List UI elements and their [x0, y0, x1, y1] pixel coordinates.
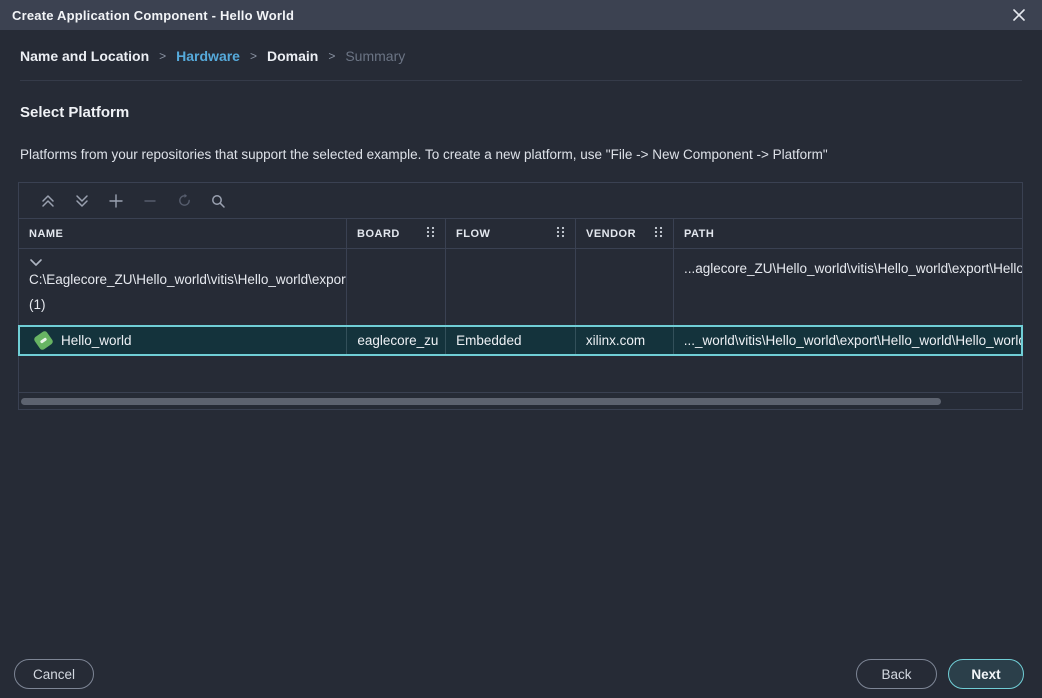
create-application-component-dialog: Create Application Component - Hello Wor… — [0, 0, 1042, 698]
chevron-right-icon: > — [250, 49, 257, 63]
breadcrumb-step-hardware[interactable]: Hardware — [176, 48, 240, 64]
column-header-label: FLOW — [456, 228, 490, 240]
page-title: Select Platform — [20, 104, 129, 121]
search-icon[interactable] — [201, 187, 235, 215]
platform-name-label: Hello_world — [61, 333, 132, 348]
dialog-titlebar: Create Application Component - Hello Wor… — [0, 0, 1042, 30]
column-grip-icon[interactable] — [426, 226, 435, 241]
platform-row-hello-world[interactable]: Hello_world eaglecore_zu Embedded xilinx… — [18, 325, 1023, 356]
group-count-label: (1) — [29, 297, 346, 312]
group-board-cell — [346, 249, 445, 325]
column-header-label: PATH — [684, 228, 714, 240]
platform-path-cell: ..._world\vitis\Hello_world\export\Hello… — [673, 327, 1021, 354]
column-header-label: VENDOR — [586, 228, 636, 240]
platform-name-cell: Hello_world — [20, 327, 346, 354]
group-path-cell: ...aglecore_ZU\Hello_world\vitis\Hello_w… — [673, 249, 1022, 325]
expand-all-icon[interactable] — [65, 187, 99, 215]
chevron-right-icon: > — [328, 49, 335, 63]
group-flow-cell — [445, 249, 575, 325]
breadcrumb-divider — [20, 80, 1022, 81]
platform-table: NAME BOARD FLOW VENDOR PATH — [18, 182, 1023, 410]
column-grip-icon[interactable] — [654, 226, 663, 241]
breadcrumb-step-name-and-location[interactable]: Name and Location — [20, 48, 149, 64]
platform-flow-cell: Embedded — [445, 327, 575, 354]
table-header-row: NAME BOARD FLOW VENDOR PATH — [19, 218, 1022, 249]
column-header-label: NAME — [29, 228, 63, 240]
group-vendor-cell — [575, 249, 673, 325]
column-header-label: BOARD — [357, 228, 400, 240]
breadcrumb: Name and Location > Hardware > Domain > … — [20, 48, 1022, 64]
refresh-icon — [167, 187, 201, 215]
column-header-vendor[interactable]: VENDOR — [575, 219, 673, 248]
remove-icon — [133, 187, 167, 215]
dialog-title: Create Application Component - Hello Wor… — [12, 8, 294, 23]
group-name-cell: C:\Eaglecore_ZU\Hello_world\vitis\Hello_… — [19, 249, 346, 325]
horizontal-scrollbar-track[interactable] — [19, 392, 1022, 409]
collapse-all-icon[interactable] — [31, 187, 65, 215]
breadcrumb-step-summary: Summary — [345, 48, 405, 64]
platform-icon — [33, 330, 54, 351]
close-icon[interactable] — [1008, 4, 1030, 26]
back-button[interactable]: Back — [856, 659, 937, 689]
add-icon[interactable] — [99, 187, 133, 215]
chevron-right-icon: > — [159, 49, 166, 63]
cancel-button[interactable]: Cancel — [14, 659, 94, 689]
page-description: Platforms from your repositories that su… — [20, 147, 828, 162]
group-path-label: C:\Eaglecore_ZU\Hello_world\vitis\Hello_… — [29, 272, 346, 287]
column-grip-icon[interactable] — [556, 226, 565, 241]
column-header-name[interactable]: NAME — [19, 219, 346, 248]
column-header-path[interactable]: PATH — [673, 219, 1022, 248]
platform-group-row[interactable]: C:\Eaglecore_ZU\Hello_world\vitis\Hello_… — [19, 249, 1022, 325]
column-header-flow[interactable]: FLOW — [445, 219, 575, 248]
table-toolbar — [19, 183, 1022, 218]
platform-board-cell: eaglecore_zu — [346, 327, 445, 354]
breadcrumb-step-domain[interactable]: Domain — [267, 48, 318, 64]
platform-vendor-cell: xilinx.com — [575, 327, 673, 354]
column-header-board[interactable]: BOARD — [346, 219, 445, 248]
next-button[interactable]: Next — [948, 659, 1024, 689]
horizontal-scrollbar-thumb[interactable] — [21, 398, 941, 405]
chevron-down-icon[interactable] — [29, 255, 346, 270]
